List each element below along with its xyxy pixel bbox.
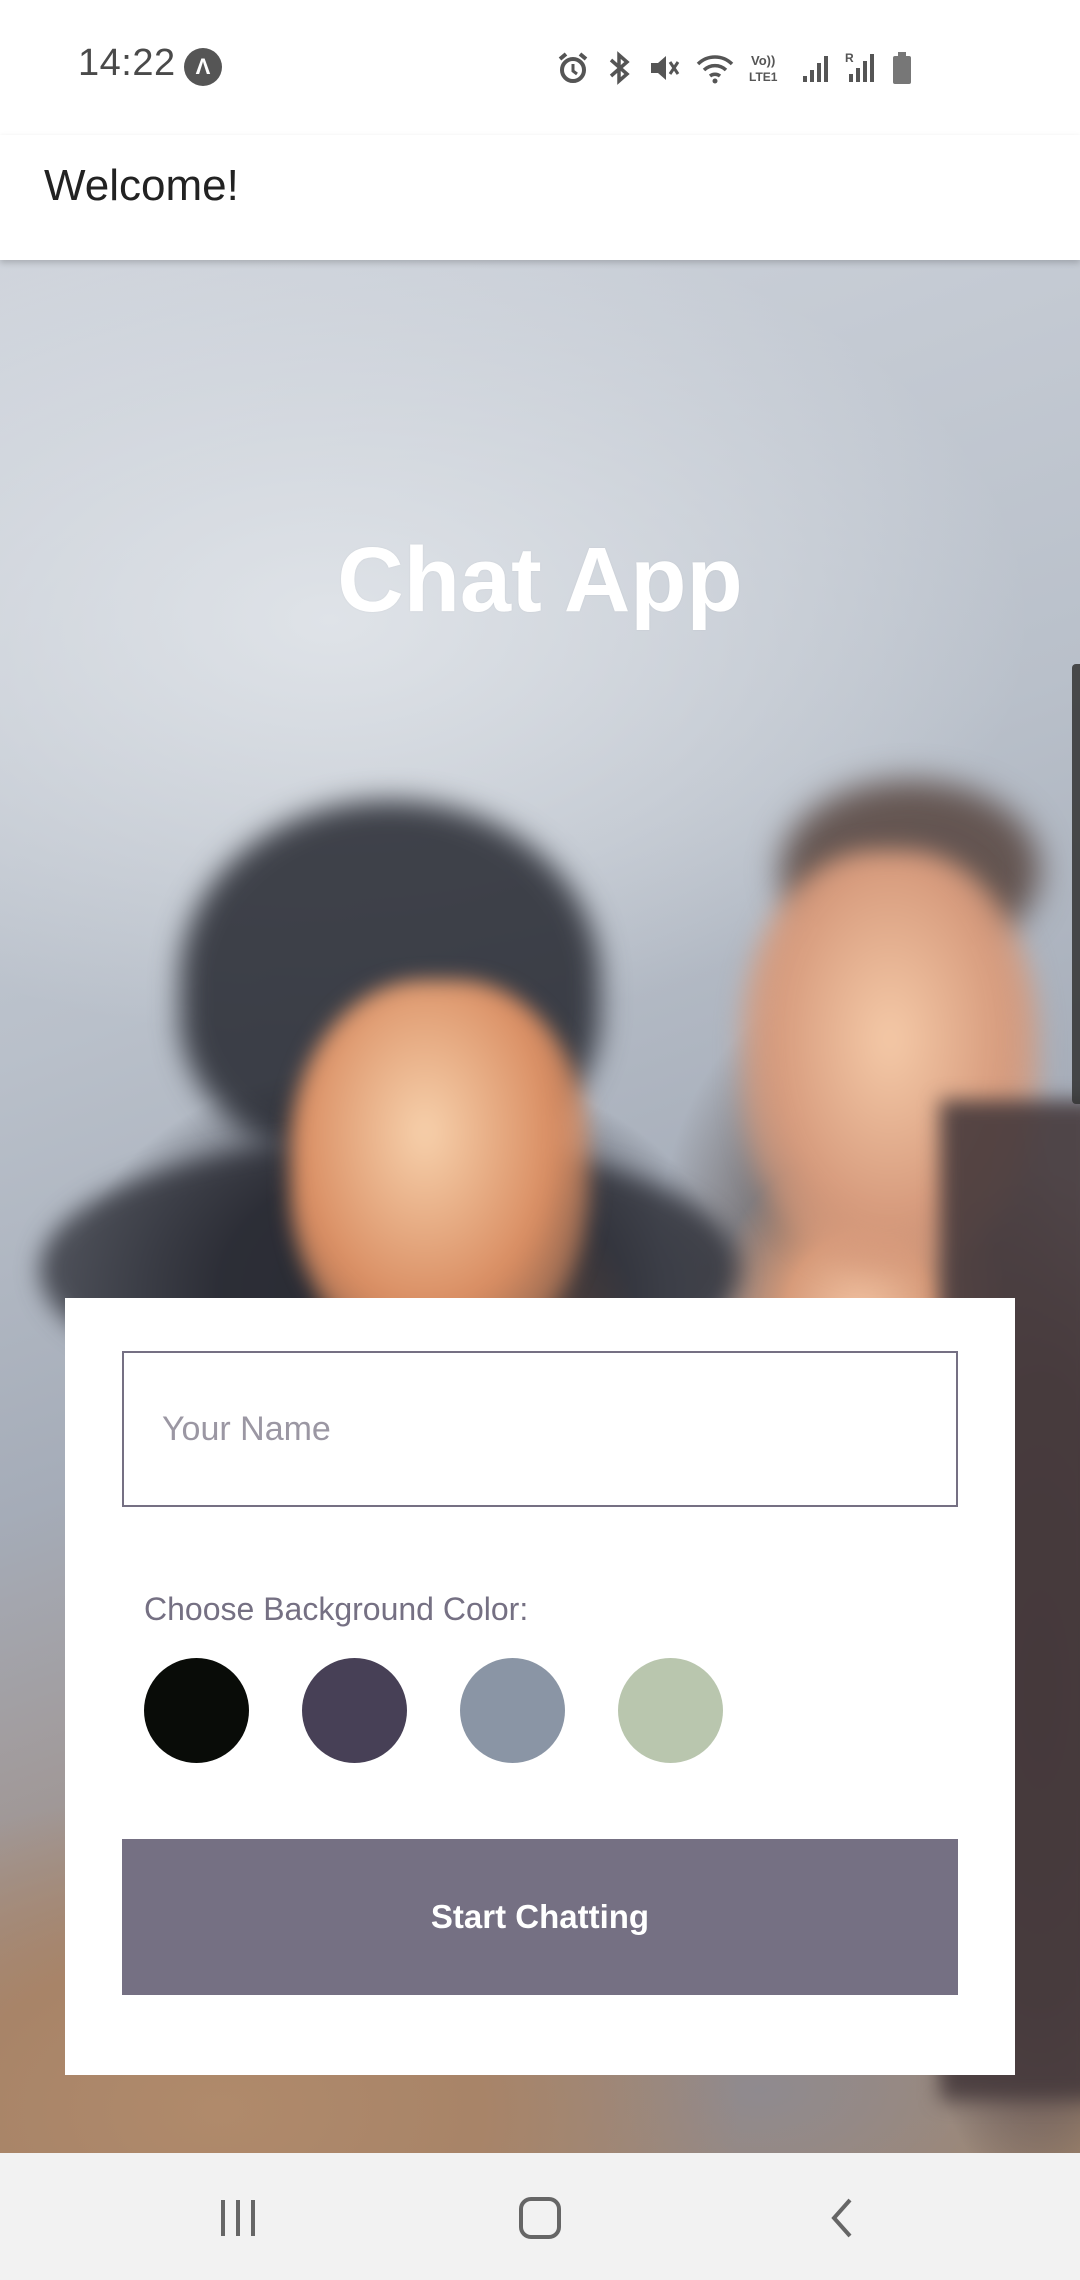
start-chatting-button[interactable]: Start Chatting xyxy=(122,1839,958,1995)
status-icons: Vo)) LTE1 R xyxy=(555,48,913,88)
navigation-bar xyxy=(0,2153,1080,2280)
alarm-icon xyxy=(555,50,591,86)
status-time: 14:22 xyxy=(78,42,176,84)
color-swatch-black[interactable] xyxy=(144,1658,249,1763)
color-swatch-purple[interactable] xyxy=(302,1658,407,1763)
start-card: Choose Background Color: Start Chatting xyxy=(65,1298,1015,2075)
mute-icon xyxy=(647,50,681,86)
name-input[interactable] xyxy=(122,1351,958,1507)
color-swatch-gray-blue[interactable] xyxy=(460,1658,565,1763)
status-bar: 14:22 Λ Vo)) LTE1 R xyxy=(0,0,1080,135)
app-bar-title: Welcome! xyxy=(44,161,239,210)
color-swatch-green[interactable] xyxy=(618,1658,723,1763)
bluetooth-icon xyxy=(605,50,633,86)
app-title: Chat App xyxy=(337,529,743,631)
color-swatches xyxy=(144,1658,723,1763)
home-icon[interactable] xyxy=(500,2183,580,2253)
battery-icon xyxy=(891,50,913,86)
svg-text:R: R xyxy=(845,51,854,65)
svg-text:LTE1: LTE1 xyxy=(749,70,778,84)
color-label: Choose Background Color: xyxy=(144,1591,529,1627)
wifi-icon xyxy=(695,50,735,86)
signal-roaming-icon: R xyxy=(845,50,877,86)
volte-icon: Vo)) LTE1 xyxy=(749,50,787,86)
signal-icon xyxy=(801,50,831,86)
svg-text:Vo)): Vo)) xyxy=(751,53,775,68)
arrow-up-icon: Λ xyxy=(184,48,222,86)
back-icon[interactable] xyxy=(802,2183,882,2253)
recents-icon[interactable] xyxy=(198,2183,278,2253)
app-bar: Welcome! xyxy=(0,135,1080,260)
edge-panel-handle[interactable] xyxy=(1072,664,1080,1104)
